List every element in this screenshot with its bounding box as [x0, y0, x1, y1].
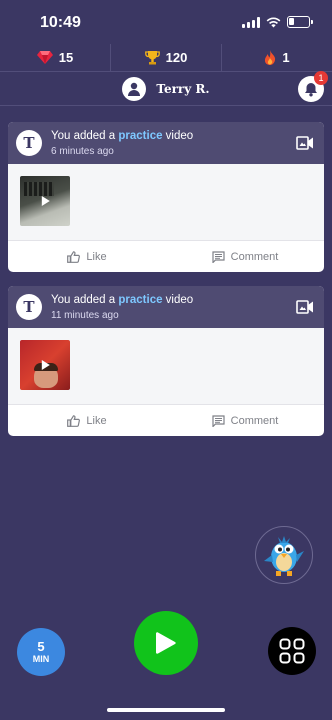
avatar[interactable]: T: [16, 294, 42, 320]
trophies-stat[interactable]: 120: [110, 44, 221, 71]
card-title-highlight[interactable]: practice: [118, 294, 162, 306]
feed-card: T You added a practice video 11 minutes …: [8, 286, 324, 436]
thumbs-up-icon: [67, 414, 81, 427]
comment-button[interactable]: Comment: [166, 241, 324, 272]
gems-stat[interactable]: 15: [0, 44, 110, 71]
wifi-icon: [266, 17, 281, 27]
card-title-prefix: You added a: [51, 294, 119, 306]
timer-value: 5: [37, 639, 45, 654]
timer-unit: MIN: [32, 654, 50, 664]
card-header: T You added a practice video 11 minutes …: [8, 286, 324, 328]
comment-icon: [212, 414, 225, 427]
trophies-count: 120: [165, 50, 188, 65]
card-title-suffix: video: [162, 294, 194, 306]
avatar[interactable]: T: [16, 130, 42, 156]
notifications-button[interactable]: 1: [298, 71, 328, 102]
user-icon: [122, 77, 147, 101]
gem-icon: [36, 51, 53, 64]
comment-button[interactable]: Comment: [166, 405, 324, 436]
streak-stat[interactable]: 1: [221, 44, 332, 71]
comment-icon: [212, 250, 225, 263]
card-header: T You added a practice video 6 minutes a…: [8, 122, 324, 164]
like-label: Like: [86, 414, 107, 427]
like-button[interactable]: Like: [8, 241, 166, 272]
grid-icon: [279, 638, 305, 664]
battery-icon: [287, 16, 313, 28]
comment-label: Comment: [230, 250, 279, 263]
play-icon: [41, 360, 50, 370]
signal-icon: [242, 16, 260, 28]
trophy-icon: [144, 51, 160, 65]
profile-name: Terry R.: [156, 82, 210, 96]
card-title-prefix: You added a: [51, 130, 119, 142]
bird-mascot-icon: [264, 536, 304, 576]
card-title: You added a practice video: [51, 130, 193, 142]
card-timestamp: 11 minutes ago: [51, 310, 119, 321]
video-thumbnail[interactable]: [20, 340, 70, 390]
like-label: Like: [86, 250, 107, 263]
menu-button[interactable]: [268, 627, 316, 675]
stats-bar: 15 120 1: [0, 44, 332, 72]
flame-icon: [265, 50, 276, 65]
video-camera-icon: [296, 136, 313, 150]
timer-button[interactable]: 5 MIN: [17, 628, 65, 676]
card-title-suffix: video: [162, 130, 194, 142]
card-actions: Like Comment: [8, 241, 324, 272]
video-camera-icon: [296, 300, 313, 314]
status-bar: 10:49: [0, 0, 332, 44]
play-icon: [41, 196, 50, 206]
home-indicator[interactable]: [107, 708, 225, 712]
card-title-highlight[interactable]: practice: [118, 130, 162, 142]
play-icon: [156, 632, 176, 654]
like-button[interactable]: Like: [8, 405, 166, 436]
comment-label: Comment: [230, 414, 279, 427]
thumbs-up-icon: [67, 250, 81, 263]
card-body: [8, 164, 324, 241]
gems-count: 15: [58, 50, 74, 65]
notification-badge: 1: [314, 71, 328, 85]
status-time: 10:49: [40, 14, 81, 31]
streak-count: 1: [282, 50, 290, 65]
card-timestamp: 6 minutes ago: [51, 146, 114, 157]
card-body: [8, 328, 324, 405]
bell-icon: [305, 82, 317, 96]
card-actions: Like Comment: [8, 405, 324, 436]
profile-bar: Terry R. 1: [0, 71, 332, 106]
feed-card: T You added a practice video 6 minutes a…: [8, 122, 324, 272]
card-title: You added a practice video: [51, 294, 193, 306]
video-thumbnail[interactable]: [20, 176, 70, 226]
profile-button[interactable]: Terry R.: [0, 77, 332, 101]
mascot-button[interactable]: [255, 526, 313, 584]
status-icons: [242, 16, 313, 28]
play-button[interactable]: [134, 611, 198, 675]
